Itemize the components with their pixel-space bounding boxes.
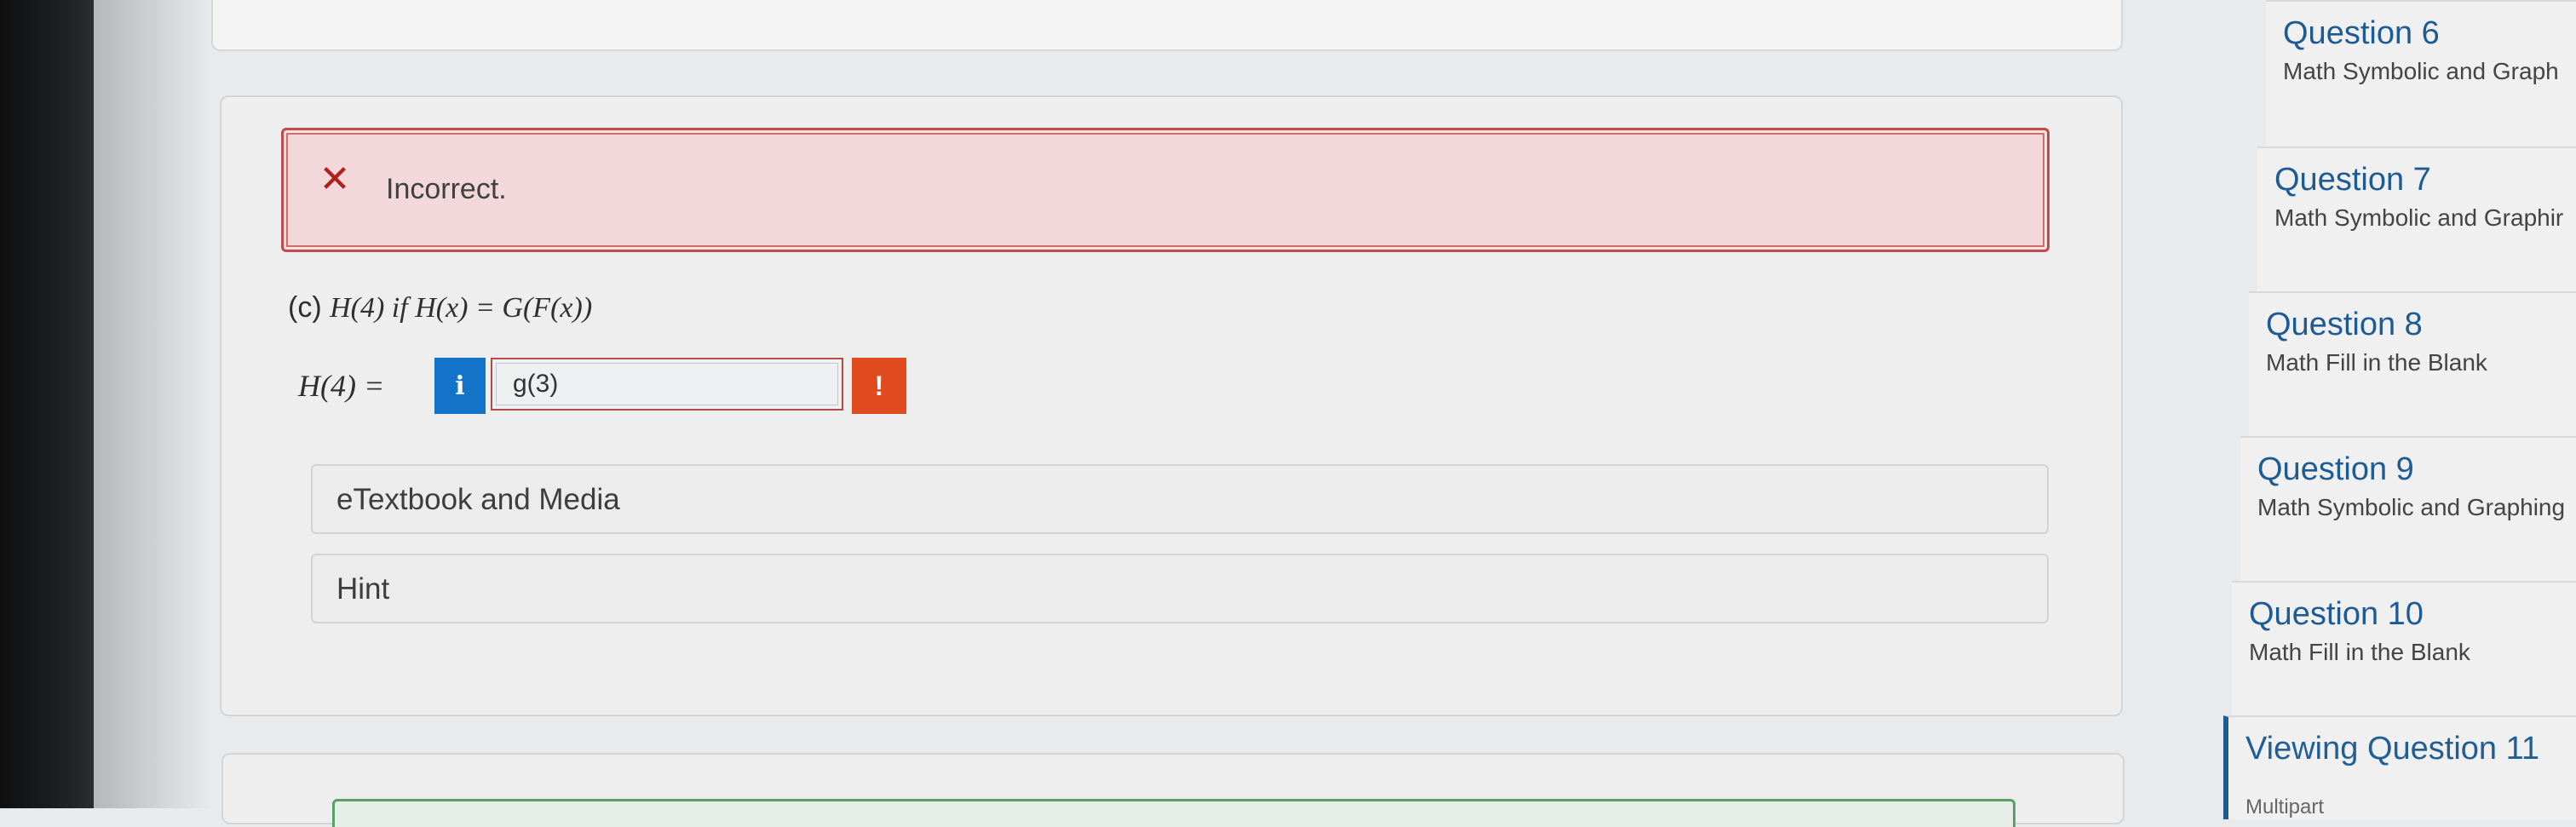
question-title: Viewing Question 11 bbox=[2245, 731, 2540, 767]
question-list-item-11-current[interactable]: Viewing Question 11 Multipart bbox=[2223, 715, 2576, 819]
part-label: (c) bbox=[288, 291, 322, 324]
device-bezel bbox=[0, 0, 94, 808]
answer-input-inner-border bbox=[496, 363, 838, 405]
next-card-accent bbox=[332, 799, 2015, 827]
etextbook-accordion[interactable]: eTextbook and Media bbox=[311, 464, 2049, 534]
question-list-item-8[interactable]: Question 8 Math Fill in the Blank bbox=[2249, 291, 2576, 438]
question-math: H(4) if H(x) = G(F(x)) bbox=[330, 292, 593, 324]
screen-shadow bbox=[94, 0, 213, 808]
hint-accordion[interactable]: Hint bbox=[311, 554, 2049, 623]
alert-message: Incorrect. bbox=[386, 173, 507, 205]
etextbook-label: eTextbook and Media bbox=[336, 483, 620, 516]
question-title: Question 7 bbox=[2274, 162, 2431, 198]
previous-question-card bbox=[211, 0, 2123, 51]
answer-row: H(4) = i g(3) ! bbox=[298, 358, 1099, 417]
question-type: Math Fill in the Blank bbox=[2249, 639, 2470, 665]
warning-button[interactable]: ! bbox=[852, 358, 906, 414]
question-type: Multipart bbox=[2245, 795, 2325, 818]
question-content: ✕ Incorrect. (c) H(4) if H(x) = G(F(x)) … bbox=[204, 0, 2236, 827]
question-statement: (c) H(4) if H(x) = G(F(x)) bbox=[288, 291, 592, 324]
x-mark-icon: ✕ bbox=[319, 158, 351, 200]
hint-label: Hint bbox=[336, 572, 390, 606]
question-list-item-9[interactable]: Question 9 Math Symbolic and Graphing bbox=[2240, 436, 2576, 583]
question-list: Question 6 Math Symbolic and Graph Quest… bbox=[2223, 0, 2576, 819]
question-type: Math Symbolic and Graphing bbox=[2257, 494, 2566, 520]
question-title: Question 10 bbox=[2249, 596, 2424, 632]
incorrect-alert: ✕ Incorrect. bbox=[281, 128, 2050, 252]
answer-lhs: H(4) = bbox=[298, 369, 385, 403]
question-list-item-10[interactable]: Question 10 Math Fill in the Blank bbox=[2232, 581, 2576, 717]
question-type: Math Symbolic and Graphir bbox=[2274, 204, 2564, 231]
answer-input[interactable]: g(3) bbox=[491, 358, 843, 411]
question-list-item-7[interactable]: Question 7 Math Symbolic and Graphir bbox=[2257, 146, 2576, 293]
info-button[interactable]: i bbox=[434, 358, 486, 414]
question-title: Question 8 bbox=[2266, 307, 2423, 342]
question-type: Math Symbolic and Graph bbox=[2283, 58, 2559, 84]
question-title: Question 6 bbox=[2283, 15, 2440, 51]
question-type: Math Fill in the Blank bbox=[2266, 349, 2487, 376]
question-list-item-6[interactable]: Question 6 Math Symbolic and Graph bbox=[2266, 0, 2576, 148]
question-title: Question 9 bbox=[2257, 451, 2414, 487]
